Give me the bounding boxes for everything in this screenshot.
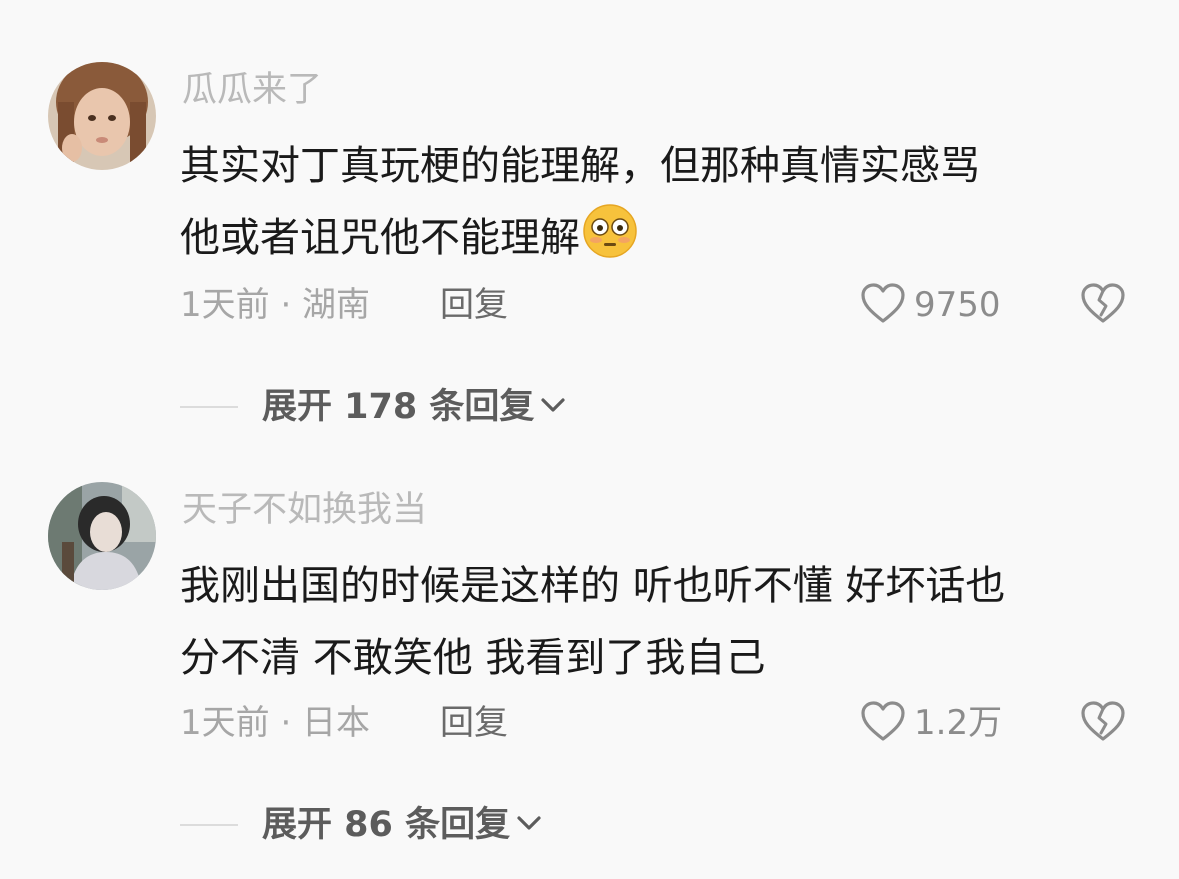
comment-text-segment: 他或者诅咒他不能理解: [180, 215, 580, 261]
like-button[interactable]: 9750: [860, 280, 1001, 330]
comment-text-line: 他或者诅咒他不能理解: [180, 202, 1140, 282]
comment-text-line: 分不清 不敢笑他 我看到了我自己: [180, 635, 766, 681]
comment-meta: 1天前 · 湖南: [180, 285, 371, 325]
reply-button[interactable]: 回复: [440, 280, 508, 330]
like-button[interactable]: 1.2万: [860, 698, 1002, 748]
expand-replies-label: 展开 86 条回复: [262, 805, 511, 845]
flushed-face-emoji-icon: [582, 203, 638, 282]
divider: [180, 824, 238, 826]
broken-heart-icon: [1080, 700, 1126, 746]
heart-icon: [860, 700, 906, 746]
reply-button[interactable]: 回复: [440, 698, 508, 748]
comment-meta: 1天前 · 日本: [180, 703, 371, 743]
chevron-down-icon: [538, 390, 568, 424]
broken-heart-icon: [1080, 282, 1126, 328]
like-count: 1.2万: [914, 703, 1003, 743]
chevron-down-icon: [514, 808, 544, 842]
avatar[interactable]: [48, 62, 156, 170]
expand-replies-button[interactable]: 展开 86 条回复: [180, 800, 544, 850]
expand-replies-button[interactable]: 展开 178 条回复: [180, 382, 568, 432]
comment-text: 我刚出国的时候是这样的 听也听不懂 好坏话也 分不清 不敢笑他 我看到了我自己: [180, 550, 1140, 694]
divider: [180, 406, 238, 408]
username[interactable]: 天子不如换我当: [182, 486, 427, 534]
comment-list: 瓜瓜来了 其实对丁真玩梗的能理解，但那种真情实感骂 他或者诅咒他不能理解 1天前…: [0, 0, 1179, 879]
comment-text: 其实对丁真玩梗的能理解，但那种真情实感骂 他或者诅咒他不能理解: [180, 130, 1140, 282]
expand-replies-label: 展开 178 条回复: [262, 387, 535, 427]
like-count: 9750: [914, 285, 1001, 325]
username[interactable]: 瓜瓜来了: [182, 66, 322, 114]
comment-text-line: 我刚出国的时候是这样的 听也听不懂 好坏话也: [180, 563, 1006, 609]
dislike-button[interactable]: [1080, 280, 1126, 330]
heart-icon: [860, 282, 906, 328]
comment-text-line: 其实对丁真玩梗的能理解，但那种真情实感骂: [180, 143, 980, 189]
avatar[interactable]: [48, 482, 156, 590]
dislike-button[interactable]: [1080, 698, 1126, 748]
